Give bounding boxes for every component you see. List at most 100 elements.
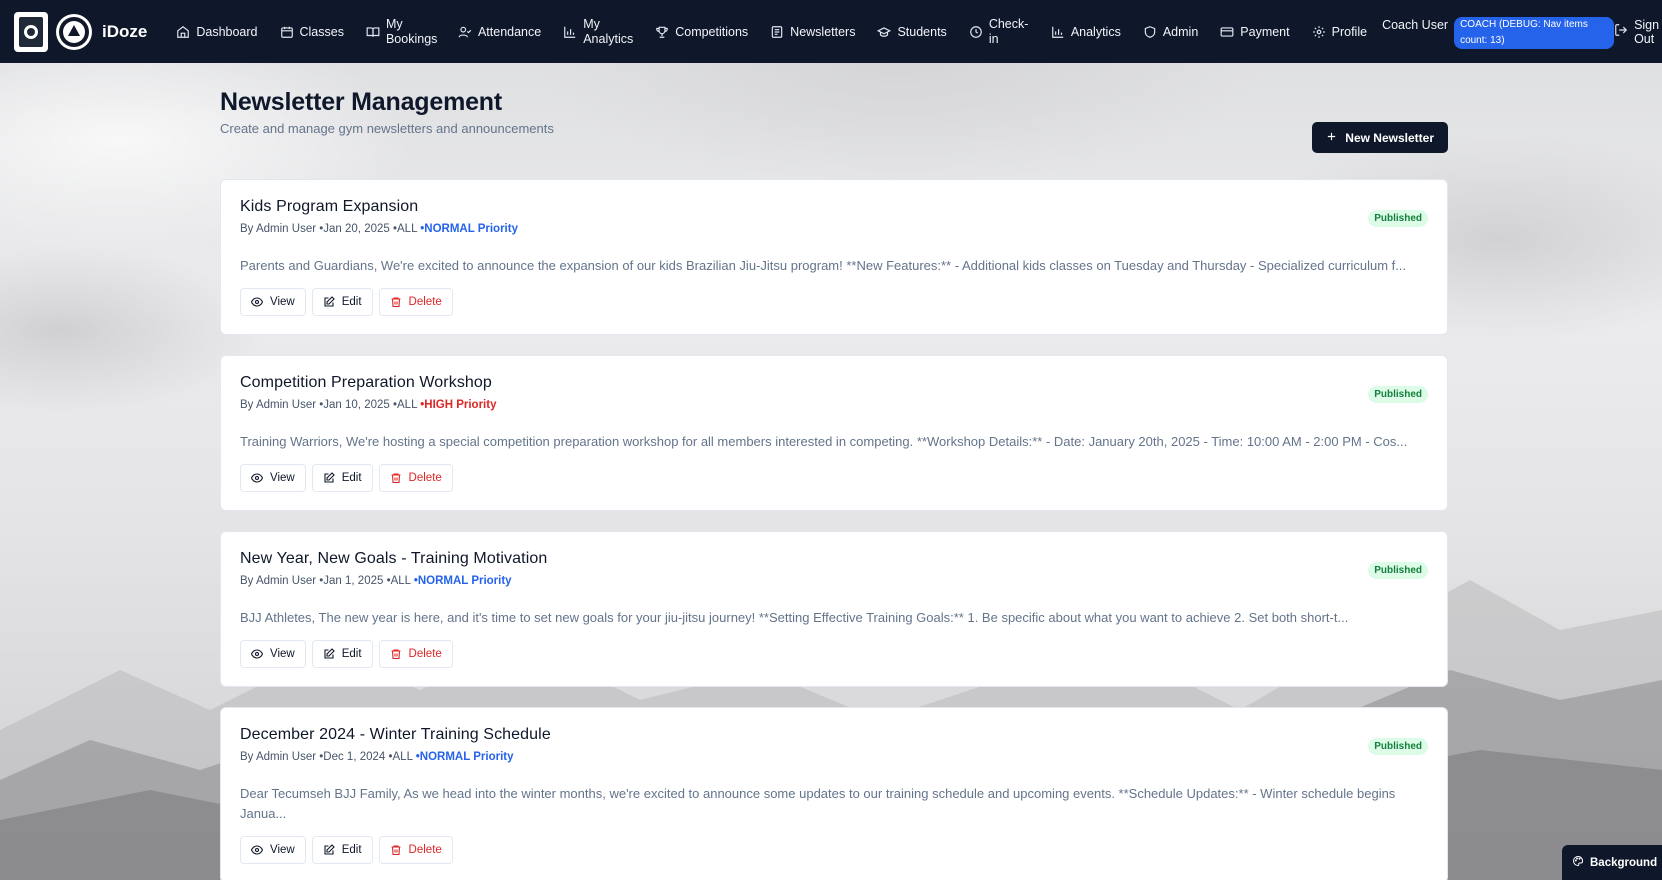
gear-icon [1312, 25, 1326, 39]
priority-label: •NORMAL Priority [420, 223, 518, 235]
top-navbar: iDoze Dashboard Classes My Bookings Atte… [0, 0, 1662, 63]
palette-icon [1572, 855, 1584, 870]
status-badge: Published [1368, 562, 1428, 579]
user-block: Coach User COACH (DEBUG: Nav items count… [1382, 15, 1615, 49]
page-header: Newsletter Management Create and manage … [220, 63, 1448, 153]
trash-icon [390, 844, 402, 856]
trash-icon [390, 296, 402, 308]
delete-label: Delete [408, 844, 442, 856]
page-title: Newsletter Management [220, 88, 502, 116]
edit-button[interactable]: Edit [311, 640, 373, 668]
newsletter-meta-text: By Admin User •Jan 10, 2025 •ALL [240, 399, 421, 411]
background-toggle-label: Background [1590, 856, 1658, 869]
delete-button[interactable]: Delete [378, 836, 453, 864]
edit-button[interactable]: Edit [311, 464, 373, 492]
book-icon [366, 25, 380, 39]
graduation-cap-icon [877, 25, 892, 39]
nav-item-label: Payment [1240, 24, 1290, 39]
trophy-icon [655, 25, 669, 39]
clock-icon [969, 25, 983, 39]
trash-icon [390, 472, 402, 484]
card-actions: View Edit Delete [240, 288, 1428, 316]
nav-item-students[interactable]: Students [866, 0, 957, 63]
delete-button[interactable]: Delete [378, 464, 453, 492]
nav-item-label: Dashboard [196, 24, 258, 39]
calendar-icon [280, 25, 294, 39]
new-newsletter-button[interactable]: New Newsletter [1312, 122, 1448, 153]
nav-item-label: Profile [1331, 24, 1368, 39]
newsletter-meta: By Admin User •Jan 1, 2025 •ALL •NORMAL … [240, 575, 547, 587]
delete-button[interactable]: Delete [378, 640, 453, 668]
newsletter-meta: By Admin User •Jan 10, 2025 •ALL •HIGH P… [240, 399, 496, 411]
background-toggle-button[interactable]: Background [1562, 845, 1662, 880]
nav-item-my-bookings[interactable]: My Bookings [355, 0, 447, 63]
nav-item-label: My Analytics [583, 16, 634, 46]
nav-item-payment[interactable]: Payment [1209, 0, 1300, 63]
nav-item-newsletters[interactable]: Newsletters [759, 0, 866, 63]
nav-item-label: Competitions [675, 24, 749, 39]
bar-chart-icon [1051, 25, 1065, 39]
view-button[interactable]: View [240, 288, 306, 316]
edit-button[interactable]: Edit [311, 836, 373, 864]
view-button[interactable]: View [240, 836, 306, 864]
newsletter-excerpt: Training Warriors, We're hosting a speci… [240, 434, 1408, 449]
newsletter-meta: By Admin User •Jan 20, 2025 •ALL •NORMAL… [240, 223, 518, 235]
edit-icon [323, 296, 335, 308]
edit-icon [323, 648, 335, 660]
home-icon [176, 25, 190, 39]
nav-item-check-in[interactable]: Check-in [958, 0, 1040, 63]
new-newsletter-label: New Newsletter [1345, 130, 1434, 145]
newsletter-card: Kids Program Expansion By Admin User •Ja… [220, 179, 1448, 335]
page-subtitle: Create and manage gym newsletters and an… [220, 121, 554, 136]
nav-item-competitions[interactable]: Competitions [644, 0, 759, 63]
nav-item-label: Admin [1162, 24, 1199, 39]
nav-item-label: My Bookings [385, 16, 438, 46]
nav-item-dashboard[interactable]: Dashboard [165, 0, 268, 63]
main-content: Newsletter Management Create and manage … [220, 63, 1448, 880]
nav-item-admin[interactable]: Admin [1132, 0, 1209, 63]
newsletter-excerpt: Dear Tecumseh BJJ Family, As we head int… [240, 786, 1396, 821]
nav-item-label: Analytics [1070, 24, 1121, 39]
gym-logo[interactable] [56, 13, 92, 50]
detroit-logo[interactable] [14, 11, 48, 52]
newsletter-meta: By Admin User •Dec 1, 2024 •ALL •NORMAL … [240, 751, 551, 763]
view-label: View [270, 844, 295, 856]
nav-item-profile[interactable]: Profile [1301, 0, 1378, 63]
newsletter-title[interactable]: New Year, New Goals - Training Motivatio… [240, 550, 547, 568]
newsletter-title[interactable]: Competition Preparation Workshop [240, 374, 496, 392]
delete-label: Delete [408, 472, 442, 484]
edit-label: Edit [341, 648, 362, 660]
credit-card-icon [1220, 25, 1234, 39]
view-button[interactable]: View [240, 640, 306, 668]
user-check-icon [458, 25, 472, 39]
brand-name[interactable]: iDoze [102, 22, 147, 42]
delete-button[interactable]: Delete [378, 288, 453, 316]
sign-out-label: Sign Out [1634, 17, 1660, 46]
shield-icon [1143, 25, 1157, 39]
nav-item-analytics[interactable]: Analytics [1040, 0, 1132, 63]
newsletter-title[interactable]: December 2024 - Winter Training Schedule [240, 726, 551, 744]
nav-item-my-analytics[interactable]: My Analytics [552, 0, 644, 63]
sign-out-button[interactable]: Sign Out [1614, 18, 1659, 46]
edit-icon [323, 844, 335, 856]
newsletter-meta-text: By Admin User •Jan 1, 2025 •ALL [240, 575, 414, 587]
status-badge: Published [1368, 210, 1428, 227]
newsletter-card: December 2024 - Winter Training Schedule… [220, 707, 1448, 880]
view-button[interactable]: View [240, 464, 306, 492]
nav-item-label: Students [897, 24, 947, 39]
edit-button[interactable]: Edit [311, 288, 373, 316]
nav-item-attendance[interactable]: Attendance [447, 0, 552, 63]
nav-item-classes[interactable]: Classes [269, 0, 355, 63]
nav-item-label: Check-in [988, 16, 1029, 46]
eye-icon [251, 844, 263, 856]
edit-label: Edit [341, 296, 362, 308]
newsletter-meta-text: By Admin User •Dec 1, 2024 •ALL [240, 751, 416, 763]
edit-icon [323, 472, 335, 484]
newspaper-icon [770, 25, 784, 39]
newsletter-excerpt: Parents and Guardians, We're excited to … [240, 258, 1407, 273]
card-actions: View Edit Delete [240, 640, 1428, 668]
newsletter-title[interactable]: Kids Program Expansion [240, 198, 518, 216]
eye-icon [251, 648, 263, 660]
role-debug-badge: COACH (DEBUG: Nav items count: 13) [1454, 16, 1615, 49]
status-badge: Published [1368, 738, 1428, 755]
